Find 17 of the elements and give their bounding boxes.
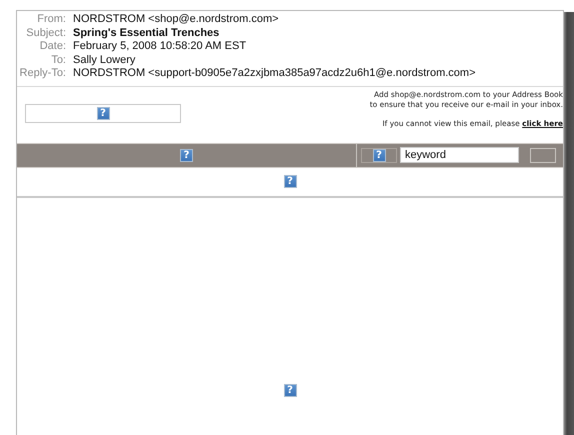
header-value: NORDSTROM <support-b0905e7a2zxjbma385a97acdz2u6h1@e.nordstrom.com> [73, 67, 476, 80]
search-button[interactable] [530, 148, 556, 162]
header-label: To: [50, 54, 66, 67]
broken-image-icon: ? [372, 148, 386, 162]
header-value: February 5, 2008 10:58:20 AM EST [73, 40, 248, 54]
header-value: Spring's Essential Trenches [73, 26, 220, 40]
header-value: NORDSTROM <shop@e.nordstrom.com> [73, 13, 280, 26]
broken-image-icon: ? [284, 175, 296, 188]
search-field[interactable]: keyword [400, 147, 519, 163]
broken-image-icon: ? [180, 148, 193, 162]
header-label: Reply-To: [18, 67, 66, 80]
broken-image-icon: ? [284, 384, 296, 396]
header-label: From: [36, 13, 66, 26]
header-value: Sally Lowery [73, 54, 136, 67]
header-label: Date: [38, 40, 66, 54]
broken-image-icon: ? [96, 106, 110, 120]
header-label: Subject: [25, 26, 66, 40]
